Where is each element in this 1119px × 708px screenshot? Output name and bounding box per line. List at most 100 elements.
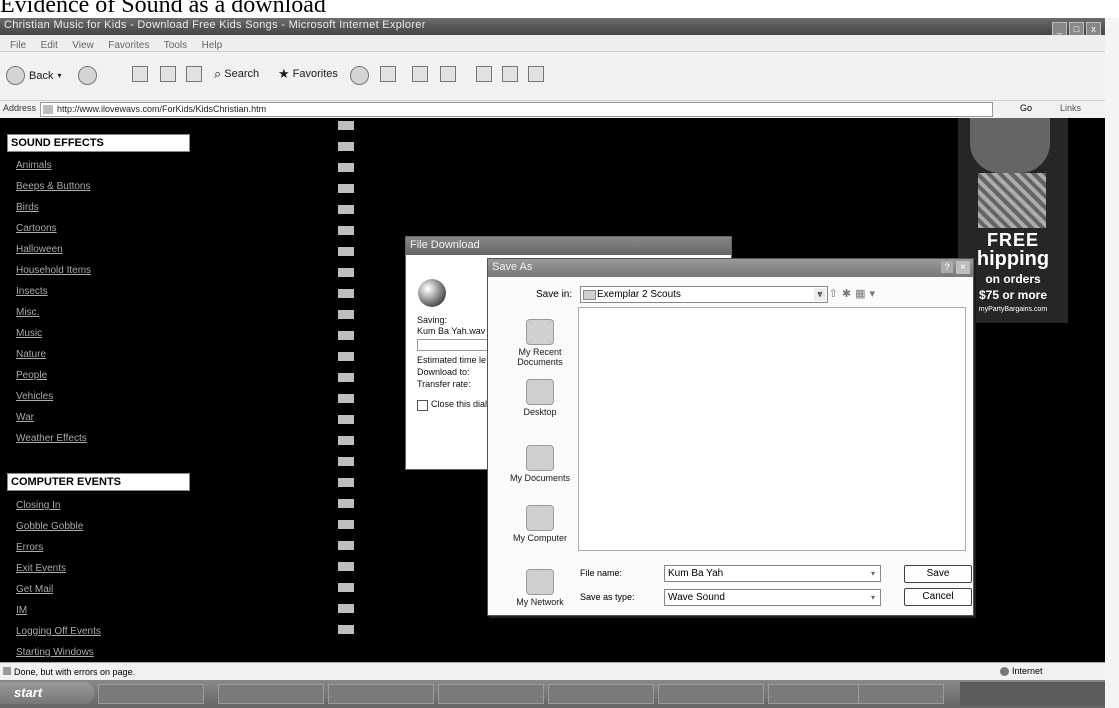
menu-tools[interactable]: Tools: [164, 40, 187, 51]
links-button[interactable]: Links: [1060, 103, 1081, 113]
sidebar-link[interactable]: Vehicles: [16, 391, 53, 402]
song-link-row[interactable]: [338, 183, 520, 194]
sidebar-link[interactable]: Errors: [16, 542, 43, 553]
taskbar-item[interactable]: [218, 684, 324, 704]
song-link-row[interactable]: [338, 351, 360, 362]
taskbar-item[interactable]: [858, 684, 944, 704]
history-button[interactable]: [350, 66, 373, 85]
close-when-done-checkbox[interactable]: [417, 400, 428, 411]
sidebar-link[interactable]: People: [16, 370, 47, 381]
song-link-row[interactable]: [338, 603, 360, 614]
song-link-row[interactable]: [338, 120, 450, 131]
song-link-row[interactable]: [338, 204, 510, 215]
save-as-title-bar[interactable]: Save As ? ×: [488, 259, 973, 277]
menu-view[interactable]: View: [72, 40, 94, 51]
sidebar-link[interactable]: Music: [16, 328, 42, 339]
menu-edit[interactable]: Edit: [41, 40, 58, 51]
song-link-row[interactable]: [338, 561, 360, 572]
song-link-row[interactable]: [338, 372, 360, 383]
menu-help[interactable]: Help: [202, 40, 223, 51]
taskbar-item[interactable]: [98, 684, 204, 704]
taskbar-item[interactable]: [438, 684, 544, 704]
go-button[interactable]: Go: [1020, 103, 1032, 113]
song-link-row[interactable]: [338, 498, 360, 509]
advertisement-banner[interactable]: FREE hipping on orders $75 or more myPar…: [958, 118, 1068, 323]
sidebar-link[interactable]: IM: [16, 605, 27, 616]
discuss-button[interactable]: [476, 66, 495, 82]
place-my-recent-documents[interactable]: My Recent Documents: [504, 319, 576, 367]
research-button[interactable]: [502, 66, 521, 82]
address-input[interactable]: http://www.ilovewavs.com/ForKids/KidsChr…: [40, 102, 993, 117]
forward-button[interactable]: [78, 66, 101, 85]
song-link-row[interactable]: [338, 477, 360, 488]
view-menu-icon[interactable]: ▦▾: [855, 288, 879, 300]
sidebar-link[interactable]: Cartoons: [16, 223, 57, 234]
song-link-row[interactable]: [338, 435, 360, 446]
sidebar-link[interactable]: Birds: [16, 202, 39, 213]
save-button[interactable]: Save: [904, 565, 972, 583]
taskbar-item[interactable]: [328, 684, 434, 704]
refresh-button[interactable]: [160, 66, 179, 82]
place-my-computer[interactable]: My Computer: [504, 505, 576, 543]
sidebar-link[interactable]: Get Mail: [16, 584, 53, 595]
save-as-close-button[interactable]: ×: [956, 261, 970, 274]
new-folder-icon[interactable]: ✱: [842, 288, 855, 300]
song-link-row[interactable]: [338, 456, 360, 467]
song-link-row[interactable]: [338, 330, 360, 341]
sidebar-link[interactable]: War: [16, 412, 34, 423]
song-link-row[interactable]: [338, 582, 360, 593]
sidebar-link[interactable]: Starting Windows: [16, 647, 94, 658]
sidebar-link[interactable]: Household Items: [16, 265, 91, 276]
sidebar-link[interactable]: Logging Off Events: [16, 626, 101, 637]
song-link-row[interactable]: [338, 225, 360, 236]
back-icon[interactable]: ◐: [818, 288, 829, 300]
cancel-button[interactable]: Cancel: [904, 588, 972, 606]
save-in-dropdown[interactable]: Exemplar 2 Scouts ▼: [580, 286, 828, 303]
song-link-row[interactable]: [338, 141, 435, 152]
taskbar-item[interactable]: [548, 684, 654, 704]
up-folder-icon[interactable]: ⇧: [829, 288, 842, 300]
song-link-row[interactable]: [338, 246, 360, 257]
sidebar-link[interactable]: Halloween: [16, 244, 63, 255]
song-link-row[interactable]: [338, 162, 520, 173]
sidebar-link[interactable]: Misc.: [16, 307, 39, 318]
favorites-button[interactable]: ★ Favorites: [278, 66, 338, 82]
song-link-row[interactable]: [338, 393, 360, 404]
help-button[interactable]: ?: [941, 261, 953, 273]
menu-file[interactable]: File: [10, 40, 26, 51]
back-button[interactable]: Back ▾: [6, 66, 61, 85]
stop-button[interactable]: [132, 66, 151, 82]
sidebar-link[interactable]: Gobble Gobble: [16, 521, 83, 532]
menu-favorites[interactable]: Favorites: [108, 40, 149, 51]
file-download-title-bar[interactable]: File Download: [406, 237, 731, 255]
edit-button[interactable]: [440, 66, 459, 82]
song-link-row[interactable]: [338, 288, 360, 299]
song-link-row[interactable]: [338, 624, 360, 635]
search-button[interactable]: ⌕ Search: [214, 66, 259, 82]
sidebar-link[interactable]: Weather Effects: [16, 433, 87, 444]
song-link-row[interactable]: [338, 309, 360, 320]
messenger-button[interactable]: [528, 66, 547, 82]
window-title-bar[interactable]: Christian Music for Kids - Download Free…: [0, 18, 1105, 37]
sidebar-link[interactable]: Exit Events: [16, 563, 66, 574]
sidebar-link[interactable]: Closing In: [16, 500, 60, 511]
sidebar-link[interactable]: Animals: [16, 160, 52, 171]
sidebar-link[interactable]: Insects: [16, 286, 48, 297]
song-link-row[interactable]: [338, 414, 360, 425]
save-as-type-dropdown[interactable]: Wave Sound ▾: [664, 589, 881, 606]
place-desktop[interactable]: Desktop: [504, 379, 576, 417]
song-link-row[interactable]: [338, 267, 360, 278]
taskbar-item[interactable]: [658, 684, 764, 704]
song-link-row[interactable]: [338, 519, 360, 530]
song-link-row[interactable]: [338, 540, 360, 551]
home-button[interactable]: [186, 66, 205, 82]
mail-button[interactable]: [380, 66, 399, 82]
print-button[interactable]: [412, 66, 431, 82]
file-name-input[interactable]: Kum Ba Yah ▾: [664, 565, 881, 582]
file-list-area[interactable]: [578, 307, 966, 551]
place-my-documents[interactable]: My Documents: [504, 445, 576, 483]
start-button[interactable]: start: [0, 682, 94, 704]
place-my-network[interactable]: My Network: [504, 569, 576, 607]
sidebar-link[interactable]: Nature: [16, 349, 46, 360]
sidebar-link[interactable]: Beeps & Buttons: [16, 181, 91, 192]
